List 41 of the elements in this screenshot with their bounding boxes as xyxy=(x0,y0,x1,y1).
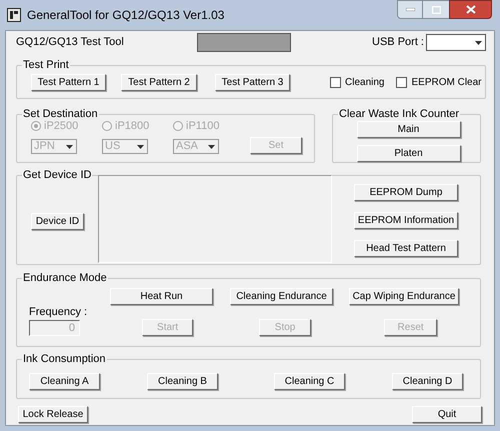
minimize-icon xyxy=(406,8,414,11)
push-button[interactable]: Test Pattern 3 xyxy=(215,74,290,91)
push-button[interactable]: Platen xyxy=(356,145,460,162)
push-button[interactable]: Device ID xyxy=(31,213,84,230)
push-button[interactable]: EEPROM Information xyxy=(354,212,458,229)
frequency-label: Frequency : xyxy=(29,305,88,319)
push-button[interactable]: Head Test Pattern xyxy=(354,240,458,257)
dropdown-caret-icon xyxy=(66,144,73,148)
close-icon xyxy=(466,5,476,14)
dropdown-value: US xyxy=(105,141,120,152)
push-button[interactable]: Cleaning D xyxy=(392,373,463,390)
usb-port-label: USB Port : xyxy=(372,35,424,50)
push-button[interactable]: Cleaning C xyxy=(274,373,345,390)
push-button[interactable]: Test Pattern 2 xyxy=(121,74,197,91)
minimize-button[interactable] xyxy=(397,0,423,19)
push-button[interactable]: Cleaning Endurance xyxy=(230,288,333,305)
push-button[interactable]: Lock Release xyxy=(18,406,88,423)
maximize-icon xyxy=(432,6,440,14)
dropdown-value: ASA xyxy=(176,141,198,152)
dropdown-caret-icon xyxy=(137,144,144,148)
dropdown-caret-icon xyxy=(208,144,215,148)
dropdown-caret-icon xyxy=(475,40,482,44)
group-title: Ink Consumption xyxy=(22,352,107,366)
usb-port-dropdown[interactable] xyxy=(426,34,486,51)
app-icon xyxy=(7,8,21,22)
push-button[interactable]: Heat Run xyxy=(110,288,213,305)
frequency-value: 0 xyxy=(68,322,75,334)
checkbox[interactable]: Cleaning xyxy=(330,75,384,90)
push-button[interactable]: Cleaning B xyxy=(147,373,218,390)
close-button[interactable] xyxy=(449,0,492,19)
push-button[interactable]: Test Pattern 1 xyxy=(31,74,106,91)
push-button[interactable]: Cleaning A xyxy=(29,373,100,390)
tool-title: GQ12/GQ13 Test Tool xyxy=(16,35,125,50)
checkbox[interactable]: EEPROM Clear xyxy=(396,75,482,90)
push-button[interactable]: Main xyxy=(356,121,460,138)
push-button[interactable]: Cap Wiping Endurance xyxy=(349,288,459,305)
dropdown-value: JPN xyxy=(34,141,55,152)
maximize-button[interactable] xyxy=(423,0,449,19)
window-title: GeneralTool for GQ12/GQ13 Ver1.03 xyxy=(27,7,224,23)
push-button[interactable]: EEPROM Dump xyxy=(354,184,458,201)
push-button[interactable]: Quit xyxy=(412,406,482,423)
